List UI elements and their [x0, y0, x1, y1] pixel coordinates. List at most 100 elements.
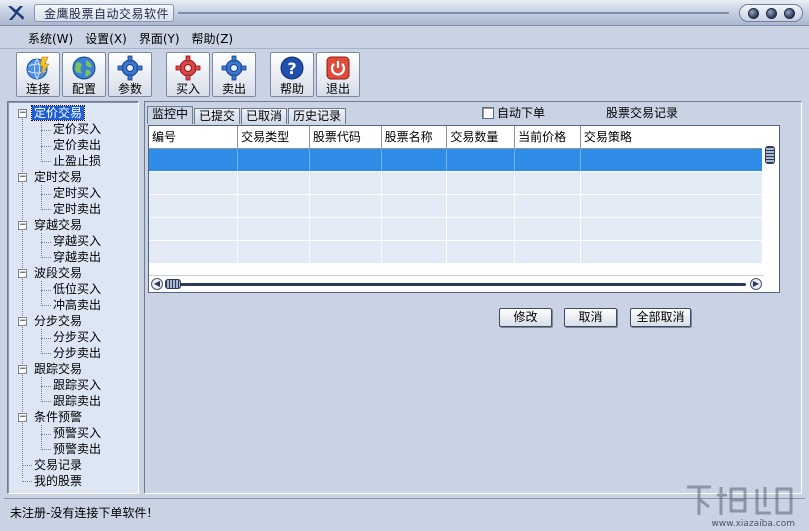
- tree-node-alert[interactable]: 条件预警: [34, 409, 82, 425]
- tree-item-step-sell[interactable]: 分步卖出: [53, 345, 101, 361]
- records-grid[interactable]: 编号 交易类型 股票代码 股票名称 交易数量 当前价格 交易策略 ◀ ▶: [148, 125, 780, 293]
- sell-gear-icon: [221, 55, 247, 81]
- help-button[interactable]: ? 帮助: [270, 52, 314, 97]
- tree-node-band[interactable]: 波段交易: [34, 265, 82, 281]
- collapse-icon[interactable]: −: [18, 365, 27, 374]
- col-trade-type[interactable]: 交易类型: [237, 126, 310, 149]
- records-table: 编号 交易类型 股票代码 股票名称 交易数量 当前价格 交易策略: [149, 126, 779, 264]
- col-strategy[interactable]: 交易策略: [580, 126, 779, 149]
- tree-item-fixed-buy[interactable]: 定价买入: [53, 121, 101, 137]
- auto-order-label: 自动下单: [497, 106, 546, 120]
- app-icon: [8, 6, 24, 20]
- tree-item-timed-sell[interactable]: 定时卖出: [53, 201, 101, 217]
- cancel-button[interactable]: 取消: [564, 308, 617, 327]
- menu-bar: 系统(W) 设置(X) 界面(Y) 帮助(Z): [0, 27, 809, 47]
- table-row[interactable]: [149, 194, 779, 218]
- strategy-tree: − 定价交易 定价买入 定价卖出 止盈止损 − 定时交易 定时买入 定时卖出 −…: [7, 101, 139, 494]
- tree-item-cross-sell[interactable]: 穿越卖出: [53, 249, 101, 265]
- config-label: 配置: [71, 82, 96, 96]
- globe-icon: [72, 56, 96, 80]
- table-row[interactable]: [149, 148, 779, 172]
- tab-cancelled[interactable]: 已取消: [241, 108, 288, 124]
- tree-item-track-sell[interactable]: 跟踪卖出: [53, 393, 101, 409]
- close-icon[interactable]: [783, 7, 795, 19]
- tree-node-step[interactable]: 分步交易: [34, 313, 82, 329]
- collapse-icon[interactable]: −: [18, 221, 27, 230]
- scroll-right-icon[interactable]: ▶: [750, 278, 762, 290]
- col-stock-name[interactable]: 股票名称: [381, 126, 448, 149]
- tree-item-low-buy[interactable]: 低位买入: [53, 281, 101, 297]
- sell-label: 卖出: [221, 82, 246, 96]
- tree-item-stop-profit-loss[interactable]: 止盈止损: [53, 153, 101, 169]
- tree-node-timed[interactable]: 定时交易: [34, 169, 82, 185]
- modify-button[interactable]: 修改: [499, 308, 552, 327]
- tree-item-high-sell[interactable]: 冲高卖出: [53, 297, 101, 313]
- config-button[interactable]: 配置: [62, 52, 106, 97]
- tree-item-track-buy[interactable]: 跟踪买入: [53, 377, 101, 393]
- window-controls: [739, 4, 803, 22]
- table-row[interactable]: [149, 240, 779, 264]
- menu-settings[interactable]: 设置(X): [79, 27, 133, 47]
- buy-button[interactable]: 买入: [166, 52, 210, 97]
- table-header: 编号 交易类型 股票代码 股票名称 交易数量 当前价格 交易策略: [149, 126, 779, 149]
- col-quantity[interactable]: 交易数量: [446, 126, 516, 149]
- horizontal-scroll-thumb[interactable]: [165, 279, 181, 289]
- tree-item-alert-buy[interactable]: 预警买入: [53, 425, 101, 441]
- sell-button[interactable]: 卖出: [212, 52, 256, 97]
- params-label: 参数: [117, 82, 142, 96]
- svg-text:?: ?: [287, 59, 296, 78]
- exit-button[interactable]: 退出: [316, 52, 360, 97]
- minimize-icon[interactable]: [747, 7, 759, 19]
- gear-icon: [117, 55, 143, 81]
- tree-node-track[interactable]: 跟踪交易: [34, 361, 82, 377]
- collapse-icon[interactable]: −: [18, 173, 27, 182]
- window-title: 金鹰股票自动交易软件: [44, 7, 170, 21]
- watermark-site: www.xiazaiba.com: [711, 519, 795, 529]
- help-label: 帮助: [279, 82, 304, 96]
- vertical-scroll-thumb[interactable]: [765, 146, 775, 164]
- scroll-left-icon[interactable]: ◀: [151, 278, 163, 290]
- collapse-icon[interactable]: −: [18, 109, 27, 118]
- connect-globe-icon: [26, 56, 50, 80]
- help-icon: ?: [280, 56, 304, 80]
- col-id[interactable]: 编号: [149, 126, 239, 149]
- params-button[interactable]: 参数: [108, 52, 152, 97]
- tree-node-my-stocks[interactable]: 我的股票: [34, 473, 82, 489]
- scroll-track[interactable]: [179, 283, 746, 286]
- title-bar[interactable]: 金鹰股票自动交易软件: [0, 0, 809, 26]
- tab-history[interactable]: 历史记录: [288, 108, 347, 124]
- tree-item-alert-sell[interactable]: 预警卖出: [53, 441, 101, 457]
- tree-item-cross-buy[interactable]: 穿越买入: [53, 233, 101, 249]
- vertical-scrollbar[interactable]: [762, 126, 779, 292]
- collapse-icon[interactable]: −: [18, 317, 27, 326]
- connect-button[interactable]: 连接: [16, 52, 60, 97]
- tree-item-timed-buy[interactable]: 定时买入: [53, 185, 101, 201]
- tree-node-records[interactable]: 交易记录: [34, 457, 82, 473]
- menu-interface[interactable]: 界面(Y): [133, 27, 186, 47]
- status-text: 未注册-没有连接下单软件！: [10, 506, 159, 520]
- checkbox-box[interactable]: [482, 106, 494, 119]
- maximize-icon[interactable]: [765, 7, 777, 19]
- tab-monitoring[interactable]: 监控中: [147, 106, 194, 124]
- tree-node-fixed-price[interactable]: 定价交易: [30, 105, 86, 121]
- tree-item-fixed-sell[interactable]: 定价卖出: [53, 137, 101, 153]
- menu-system[interactable]: 系统(W): [22, 27, 79, 47]
- collapse-icon[interactable]: −: [18, 269, 27, 278]
- menu-help[interactable]: 帮助(Z): [186, 27, 240, 47]
- connect-label: 连接: [25, 82, 50, 96]
- auto-order-checkbox[interactable]: 自动下单: [482, 104, 545, 121]
- col-stock-code[interactable]: 股票代码: [309, 126, 382, 149]
- horizontal-scrollbar[interactable]: ◀ ▶: [149, 275, 764, 292]
- title-divider: [178, 12, 729, 14]
- tree-node-cross[interactable]: 穿越交易: [34, 217, 82, 233]
- col-current-price[interactable]: 当前价格: [514, 126, 581, 149]
- tab-submitted[interactable]: 已提交: [194, 108, 241, 124]
- collapse-icon[interactable]: −: [18, 413, 27, 422]
- cancel-all-button[interactable]: 全部取消: [630, 308, 691, 327]
- toolbar: 连接 配置 参数 买入 卖出 ? 帮助 退出: [0, 48, 809, 100]
- exit-label: 退出: [325, 82, 350, 96]
- table-row[interactable]: [149, 217, 779, 241]
- tree-item-step-buy[interactable]: 分步买入: [53, 329, 101, 345]
- records-title: 股票交易记录: [606, 106, 679, 120]
- table-row[interactable]: [149, 171, 779, 195]
